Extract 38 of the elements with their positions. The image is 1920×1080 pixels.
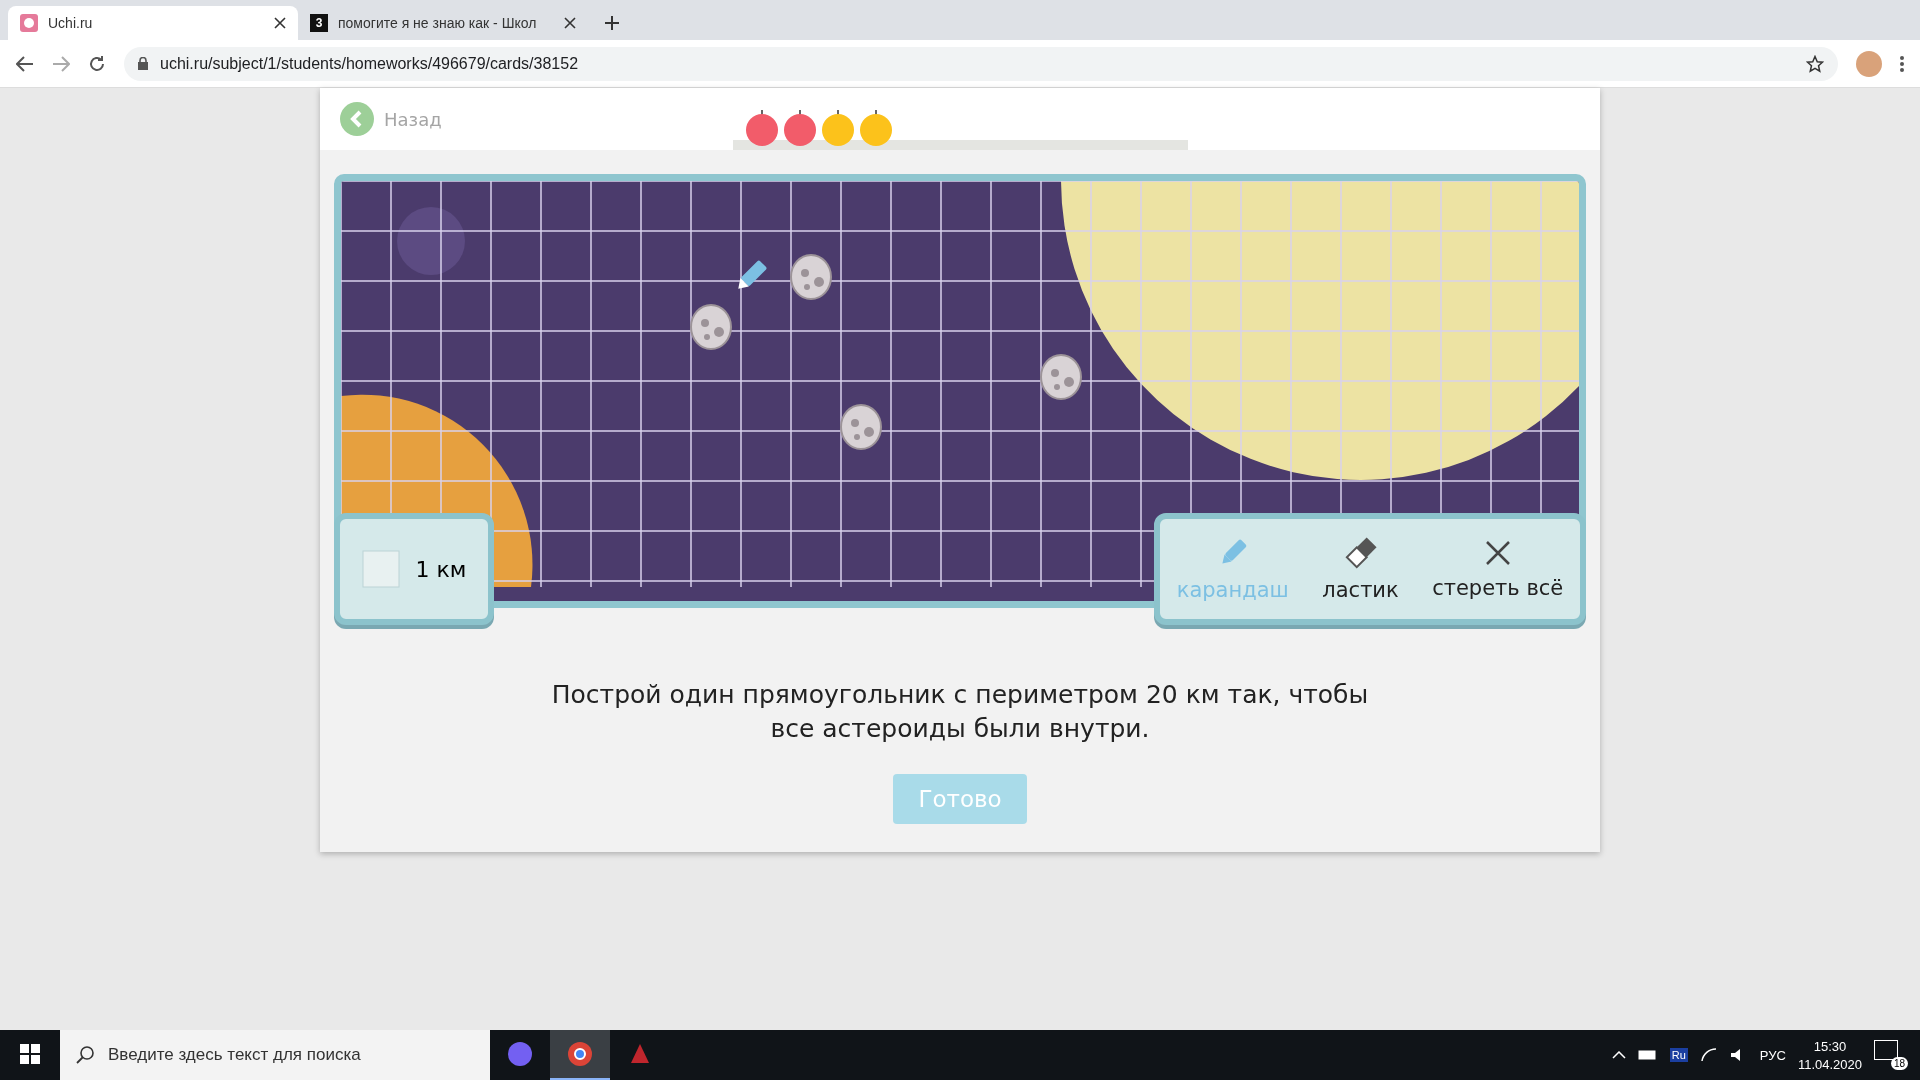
tool-button[interactable]: стереть всё xyxy=(1432,538,1564,600)
reload-icon[interactable] xyxy=(88,54,106,73)
scale-label: 1 км xyxy=(415,556,467,582)
lock-icon xyxy=(138,57,148,70)
tab-title: Uchi.ru xyxy=(48,15,94,31)
browser-tab[interactable]: 3 помогите я не знаю как - Школ xyxy=(298,6,588,40)
asteroid-icon xyxy=(840,404,882,450)
asteroid-icon xyxy=(690,304,732,350)
url-text: uchi.ru/subject/1/students/homeworks/496679/cards/38152 xyxy=(160,54,580,73)
address-bar[interactable]: uchi.ru/subject/1/students/homeworks/496679/cards/38152 xyxy=(124,46,1838,81)
asteroid-icon xyxy=(1040,354,1082,400)
favicon-icon xyxy=(20,14,38,32)
chevron-up-icon[interactable] xyxy=(1611,1051,1626,1059)
menu-icon[interactable] xyxy=(1900,55,1904,72)
taskbar-clock[interactable]: 15:30 11.04.2020 xyxy=(1797,1038,1862,1072)
tool-button[interactable]: ластик xyxy=(1322,536,1399,602)
keyboard-language[interactable]: РУС xyxy=(1759,1047,1786,1063)
star-icon[interactable] xyxy=(1806,54,1824,73)
task-instruction: Построй один прямоугольник с периметром 20 км так, чтобы все астероиды были внутри. xyxy=(550,679,1370,745)
close-icon[interactable] xyxy=(274,17,286,29)
asteroid-icon xyxy=(790,254,832,300)
battery-icon[interactable] xyxy=(1637,1050,1658,1060)
windows-start-icon[interactable] xyxy=(20,1044,40,1064)
planet-drawing xyxy=(397,207,465,275)
eraser-icon xyxy=(1343,536,1378,570)
close-icon[interactable] xyxy=(564,17,576,29)
browser-tab[interactable]: Uchi.ru xyxy=(8,6,298,40)
taskbar-search-field[interactable]: Введите здесь текст для поиска xyxy=(60,1030,490,1080)
search-placeholder: Введите здесь текст для поиска xyxy=(108,1045,361,1065)
favicon-icon: 3 xyxy=(310,14,328,32)
back-arrow-icon[interactable] xyxy=(16,55,34,72)
browser-icon[interactable] xyxy=(567,1041,593,1067)
grid-cell-icon xyxy=(361,550,400,588)
new-tab-icon[interactable] xyxy=(604,15,620,31)
search-icon xyxy=(76,1046,94,1064)
language-indicator[interactable]: Ru xyxy=(1669,1048,1688,1062)
tab-title: помогите я не знаю как - Школ xyxy=(338,15,538,31)
space-grid[interactable] xyxy=(334,174,1586,608)
